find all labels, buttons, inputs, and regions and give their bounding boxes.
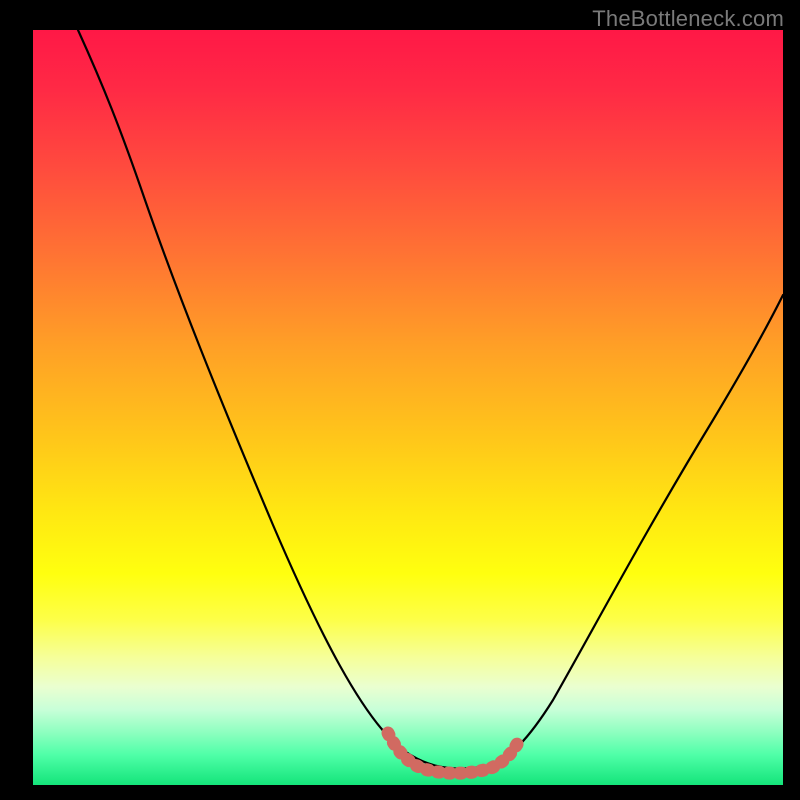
bottleneck-curve: [78, 30, 783, 769]
chart-svg: [33, 30, 783, 785]
chart-frame: TheBottleneck.com: [0, 0, 800, 800]
plot-area: [33, 30, 783, 785]
low-bottleneck-band: [388, 733, 521, 773]
watermark-text: TheBottleneck.com: [592, 6, 784, 32]
